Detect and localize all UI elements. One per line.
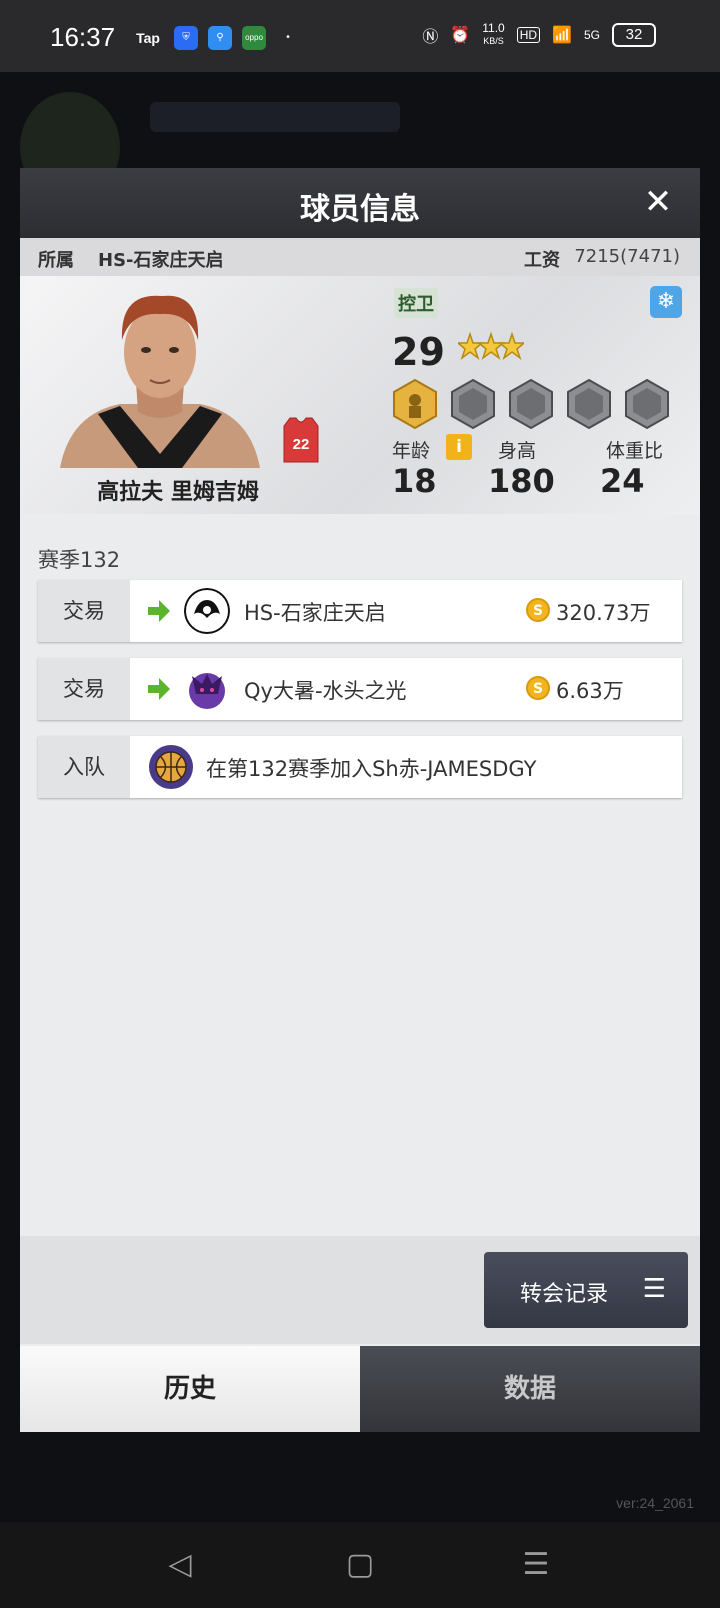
record-fee: 6.63万	[556, 679, 624, 703]
system-nav-bar: ◁ ▢ ☰	[0, 1522, 720, 1608]
dot-icon: •	[286, 32, 290, 43]
info-icon[interactable]: i	[446, 434, 472, 460]
height-value: 180	[488, 462, 555, 500]
three-stars-icon	[458, 331, 524, 361]
jersey-icon: 22	[283, 417, 319, 463]
team-logo-icon	[184, 588, 230, 634]
basketball-logo-icon	[149, 745, 193, 789]
salary-value: 7215(7471)	[574, 246, 680, 267]
skill-slots	[390, 378, 700, 430]
status-right: Ⓝ ⏰ 11.0 KB/S HD 📶 5G 32	[422, 22, 656, 47]
weight-ratio-value: 24	[600, 462, 645, 500]
team-logo-icon	[189, 673, 225, 709]
modal-footer: 转会记录 ☰	[20, 1236, 700, 1344]
skill-slot-locked[interactable]	[622, 378, 672, 430]
back-icon[interactable]: ◁	[155, 1540, 205, 1590]
affiliation-label: 所属	[38, 250, 74, 271]
record-fee: 320.73万	[556, 601, 651, 625]
player-info-modal: 球员信息 ✕ 所属 HS-石家庄天启 工资 7215(7471) 22 高拉夫 …	[20, 168, 700, 1432]
background-title	[150, 102, 400, 132]
net-speed-unit: KB/S	[483, 36, 504, 46]
weight-ratio-label: 体重比	[606, 440, 664, 462]
record-type: 交易	[38, 580, 130, 642]
tap-app-icon: Tap	[136, 30, 160, 46]
net-speed-value: 11.0	[482, 21, 505, 35]
player-name: 高拉夫 里姆吉姆	[97, 480, 259, 505]
record-team: HS-石家庄天启	[244, 601, 386, 625]
modal-title: 球员信息	[300, 192, 420, 227]
age-label: 年龄	[392, 440, 431, 462]
position-badge: 控卫	[394, 288, 438, 318]
search-app-icon: ⚲	[208, 26, 232, 50]
record-team: Qy大暑-水头之光	[244, 679, 407, 703]
affiliation-value: HS-石家庄天启	[98, 250, 224, 271]
oppo-app-icon: oppo	[242, 26, 266, 50]
tab-history[interactable]: 历史	[20, 1346, 360, 1432]
clock: 16:37	[50, 22, 116, 52]
record-text: 在第132赛季加入Sh赤-JAMESDGY	[206, 757, 537, 781]
transfer-record-button[interactable]: 转会记录 ☰	[484, 1252, 688, 1328]
salary-label: 工资	[524, 250, 560, 271]
player-card: 22 高拉夫 里姆吉姆 控卫 ❄ 29 年龄 i 18 身高 180 体重比 2…	[20, 276, 700, 514]
skill-slot-locked[interactable]	[564, 378, 614, 430]
history-record[interactable]: 入队 在第132赛季加入Sh赤-JAMESDGY	[38, 736, 682, 798]
battery-icon: 32	[612, 22, 656, 47]
net-speed: 11.0 KB/S	[482, 22, 504, 47]
history-record[interactable]: 交易 HS-石家庄天启 S 320.73万	[38, 580, 682, 642]
version-label: ver:24_2061	[616, 1495, 694, 1511]
season-label: 赛季132	[38, 548, 121, 572]
height-label: 身高	[498, 440, 537, 462]
hd-icon: HD	[516, 26, 541, 43]
jersey-number: 22	[293, 436, 310, 453]
skill-slot-active[interactable]	[390, 378, 440, 430]
snowflake-icon[interactable]: ❄	[650, 286, 682, 318]
wifi-icon: 📶	[552, 26, 572, 44]
signal-icon: 5G	[583, 27, 600, 42]
close-button[interactable]: ✕	[638, 182, 678, 222]
tab-data[interactable]: 数据	[360, 1346, 700, 1432]
arrow-right-icon	[148, 600, 170, 622]
player-portrait	[60, 295, 260, 468]
skill-slot-locked[interactable]	[506, 378, 556, 430]
alarm-icon: ⏰	[450, 26, 471, 44]
player-rating: 29	[392, 330, 445, 374]
coin-icon: S	[526, 676, 550, 700]
list-icon: ☰	[642, 1274, 666, 1304]
history-record[interactable]: 交易 Qy大暑-水头之光 S 6.63万	[38, 658, 682, 720]
record-type: 入队	[38, 736, 130, 798]
transfer-record-label: 转会记录	[520, 1282, 609, 1307]
modal-header: 球员信息 ✕	[20, 168, 700, 238]
recents-icon[interactable]: ☰	[511, 1540, 561, 1590]
home-icon[interactable]: ▢	[335, 1540, 385, 1590]
skill-slot-locked[interactable]	[448, 378, 498, 430]
age-value: 18	[392, 462, 437, 500]
affiliation-strip: 所属 HS-石家庄天启 工资 7215(7471)	[20, 238, 700, 276]
record-type: 交易	[38, 658, 130, 720]
status-bar: 16:37 Tap ⛨ ⚲ oppo • Ⓝ ⏰ 11.0 KB/S HD 📶 …	[0, 0, 720, 72]
arrow-right-icon	[148, 678, 170, 700]
nfc-icon: Ⓝ	[422, 28, 439, 46]
shield-app-icon: ⛨	[174, 26, 198, 50]
coin-icon: S	[526, 598, 550, 622]
